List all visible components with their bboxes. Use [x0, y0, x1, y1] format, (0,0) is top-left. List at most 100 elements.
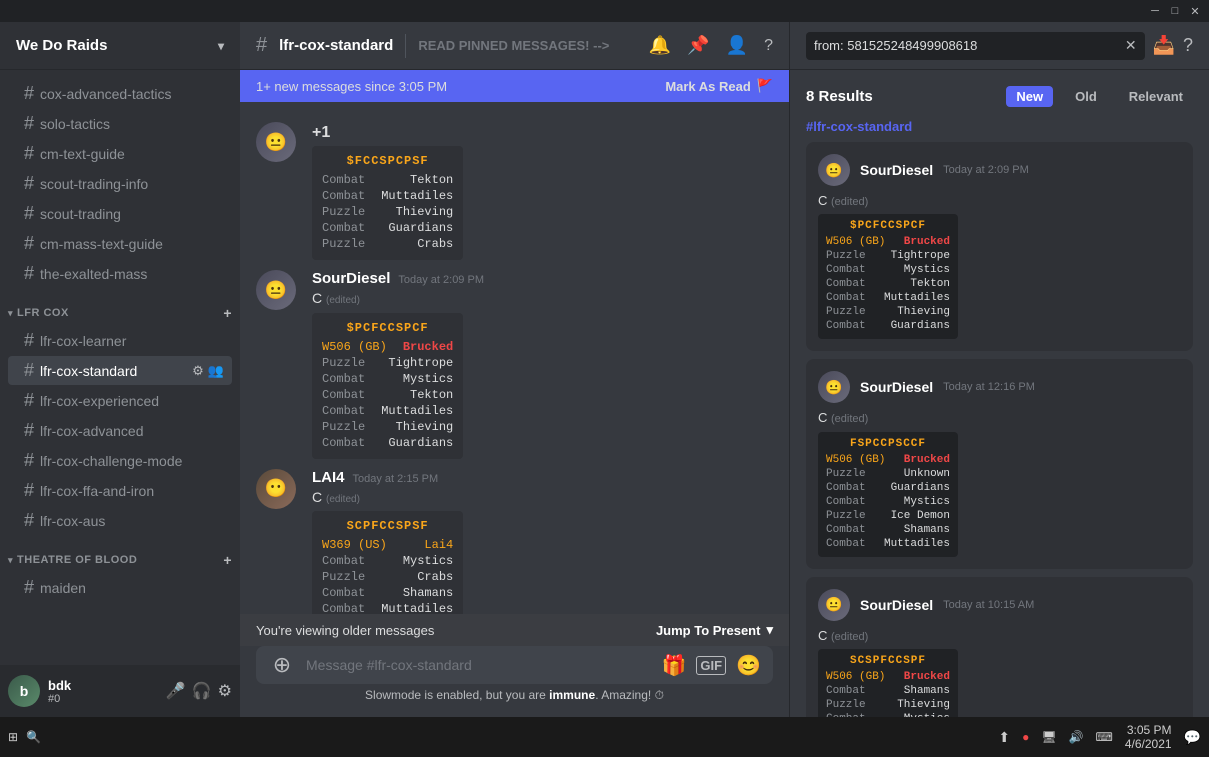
message-username: SourDiesel	[312, 270, 390, 287]
sidebar-item-lfr-cox-experienced[interactable]: # lfr-cox-experienced	[8, 386, 232, 415]
channel-label: cm-text-guide	[40, 146, 125, 162]
sr-embed-title: SCSPFCCSPF	[826, 655, 950, 667]
app-body: We Do Raids ▾ # cox-advanced-tactics # s…	[0, 22, 1209, 717]
hash-icon: #	[24, 420, 34, 441]
sr-timestamp: Today at 10:15 AM	[943, 599, 1034, 611]
taskbar-clock: 3:05 PM 4/6/2021	[1125, 723, 1172, 751]
sidebar-item-lfr-cox-advanced[interactable]: # lfr-cox-advanced	[8, 416, 232, 445]
more-options-btn[interactable]: ⋯	[745, 270, 773, 298]
sidebar-item-cox-advanced-tactics[interactable]: # cox-advanced-tactics	[8, 79, 232, 108]
sr-text: C (edited)	[818, 409, 1181, 427]
sr-username: SourDiesel	[860, 162, 933, 178]
sidebar-item-maiden[interactable]: # maiden	[8, 573, 232, 602]
members-icon[interactable]: 👥	[208, 363, 224, 379]
hash-icon: #	[24, 173, 34, 194]
sidebar-item-cm-text-guide[interactable]: # cm-text-guide	[8, 139, 232, 168]
search-input[interactable]	[814, 38, 1125, 53]
sidebar-item-lfr-cox-standard[interactable]: # lfr-cox-standard ⚙ 👥	[8, 356, 232, 385]
sort-old-button[interactable]: Old	[1065, 86, 1107, 107]
user-settings-icon[interactable]: ⚙	[218, 681, 232, 701]
pin-icon[interactable]: 📌	[687, 35, 709, 56]
results-count: 8 Results	[806, 88, 994, 105]
edited-label: (edited)	[326, 295, 360, 306]
sort-relevant-button[interactable]: Relevant	[1119, 86, 1193, 107]
close-btn[interactable]: ✕	[1189, 5, 1201, 17]
reply-btn[interactable]: ↩	[711, 270, 739, 298]
search-result-item[interactable]: 😐 SourDiesel Today at 10:15 AM C (edited…	[806, 577, 1193, 717]
embed-row: Combat Muttadiles	[322, 403, 453, 419]
jump-to-present-button[interactable]: Jump To Present ▾	[656, 622, 773, 638]
channel-label: cox-advanced-tactics	[40, 86, 172, 102]
settings-icon[interactable]: ⚙	[192, 363, 204, 379]
search-result-item[interactable]: 😐 SourDiesel Today at 12:16 PM C (edited…	[806, 359, 1193, 568]
message-embed: SCPFCCSPSF W369 (US) Lai4 Combat Mystics…	[312, 511, 463, 614]
message-input[interactable]	[306, 646, 652, 684]
edited-label: (edited)	[326, 494, 360, 505]
help-icon[interactable]: ?	[1183, 35, 1193, 56]
notification-mute-icon[interactable]: 🔔	[649, 35, 671, 56]
mute-icon[interactable]: 🎤	[166, 681, 186, 701]
hash-icon: #	[24, 450, 34, 471]
taskbar-start[interactable]: ⊞	[8, 730, 18, 744]
sidebar-item-lfr-cox-challenge-mode[interactable]: # lfr-cox-challenge-mode	[8, 446, 232, 475]
hash-icon: #	[24, 360, 34, 381]
sidebar-item-lfr-cox-aus[interactable]: # lfr-cox-aus	[8, 506, 232, 535]
sidebar-item-scout-trading[interactable]: # scout-trading	[8, 199, 232, 228]
message-text: C (edited)	[312, 488, 773, 508]
help-icon[interactable]: ?	[764, 37, 773, 55]
channel-label: lfr-cox-standard	[40, 363, 137, 379]
category-label: THEATRE OF BLOOD	[17, 554, 137, 566]
add-channel-icon[interactable]: +	[223, 552, 232, 568]
older-messages-text: You're viewing older messages	[256, 623, 434, 638]
category-lfr-cox[interactable]: ▾ LFR COX +	[0, 289, 240, 325]
category-arrow-icon: ▾	[8, 555, 13, 566]
pinned-message-link[interactable]: READ PINNED MESSAGES! -->	[418, 38, 637, 53]
sr-embed-row: Combat Shamans	[826, 523, 950, 537]
new-messages-banner[interactable]: 1+ new messages since 3:05 PM Mark As Re…	[240, 70, 789, 102]
taskbar-right: ⬆ ● 🖥 🔊 ⌨ 3:05 PM 4/6/2021 💬	[998, 723, 1201, 751]
sidebar-item-the-exalted-mass[interactable]: # the-exalted-mass	[8, 259, 232, 288]
taskbar-network-icon[interactable]: ⌨	[1096, 730, 1113, 744]
taskbar-display-icon[interactable]: 🖥	[1041, 730, 1056, 744]
gif-icon[interactable]: GIF	[696, 656, 726, 675]
channel-list: # cox-advanced-tactics # solo-tactics # …	[0, 70, 240, 665]
taskbar-date-display: 4/6/2021	[1125, 737, 1172, 751]
gift-icon[interactable]: 🎁	[662, 653, 687, 678]
emoji-icon[interactable]: 😊	[736, 653, 761, 678]
sort-new-button[interactable]: New	[1006, 86, 1053, 107]
members-list-icon[interactable]: 👤	[726, 35, 748, 56]
taskbar-notification-icon[interactable]: ⬆	[998, 729, 1010, 746]
maximize-btn[interactable]: □	[1169, 5, 1181, 17]
deafen-icon[interactable]: 🎧	[192, 681, 212, 701]
sr-embed-row: Combat Mystics	[826, 495, 950, 509]
minimize-btn[interactable]: ─	[1149, 5, 1161, 17]
sr-embed-row: Combat Guardians	[826, 319, 950, 333]
embed-row: Combat Guardians	[322, 435, 453, 451]
sr-embed-row: W506 (GB) Brucked	[826, 453, 950, 467]
mark-as-read-button[interactable]: Mark As Read 🚩	[665, 78, 773, 94]
search-result-item[interactable]: 😐 SourDiesel Today at 2:09 PM C (edited)…	[806, 142, 1193, 351]
jump-label: Jump To Present	[656, 623, 761, 638]
taskbar-notifications-btn[interactable]: 💬	[1184, 729, 1201, 746]
search-clear-button[interactable]: ✕	[1125, 37, 1137, 54]
inbox-icon[interactable]: 📥	[1153, 35, 1175, 56]
sidebar-item-lfr-cox-learner[interactable]: # lfr-cox-learner	[8, 326, 232, 355]
add-reaction-btn[interactable]: 😊	[677, 270, 705, 298]
sr-embed-row: Combat Muttadiles	[826, 537, 950, 551]
category-theatre-of-blood[interactable]: ▾ THEATRE OF BLOOD +	[0, 536, 240, 572]
server-header[interactable]: We Do Raids ▾	[0, 22, 240, 70]
sidebar-item-cm-mass-text-guide[interactable]: # cm-mass-text-guide	[8, 229, 232, 258]
sidebar-item-solo-tactics[interactable]: # solo-tactics	[8, 109, 232, 138]
add-channel-icon[interactable]: +	[223, 305, 232, 321]
slowmode-text: Slowmode is enabled, but you are immune.…	[365, 688, 651, 702]
sr-embed-row: Puzzle Unknown	[826, 467, 950, 481]
sidebar-item-scout-trading-info[interactable]: # scout-trading-info	[8, 169, 232, 198]
embed-row: W506 (GB) Brucked	[322, 339, 453, 355]
taskbar-search[interactable]: 🔍	[26, 730, 41, 744]
sidebar-item-lfr-cox-ffa-and-iron[interactable]: # lfr-cox-ffa-and-iron	[8, 476, 232, 505]
taskbar-volume-icon[interactable]: 🔊	[1069, 730, 1084, 744]
user-info: bdk #0	[48, 678, 158, 705]
message-input-box: ⊕ 🎁 GIF 😊	[256, 646, 773, 684]
add-content-button[interactable]: ⊕	[268, 651, 296, 679]
right-panel: ✕ 📥 ? 8 Results New Old Relevant #lfr-co…	[789, 22, 1209, 717]
